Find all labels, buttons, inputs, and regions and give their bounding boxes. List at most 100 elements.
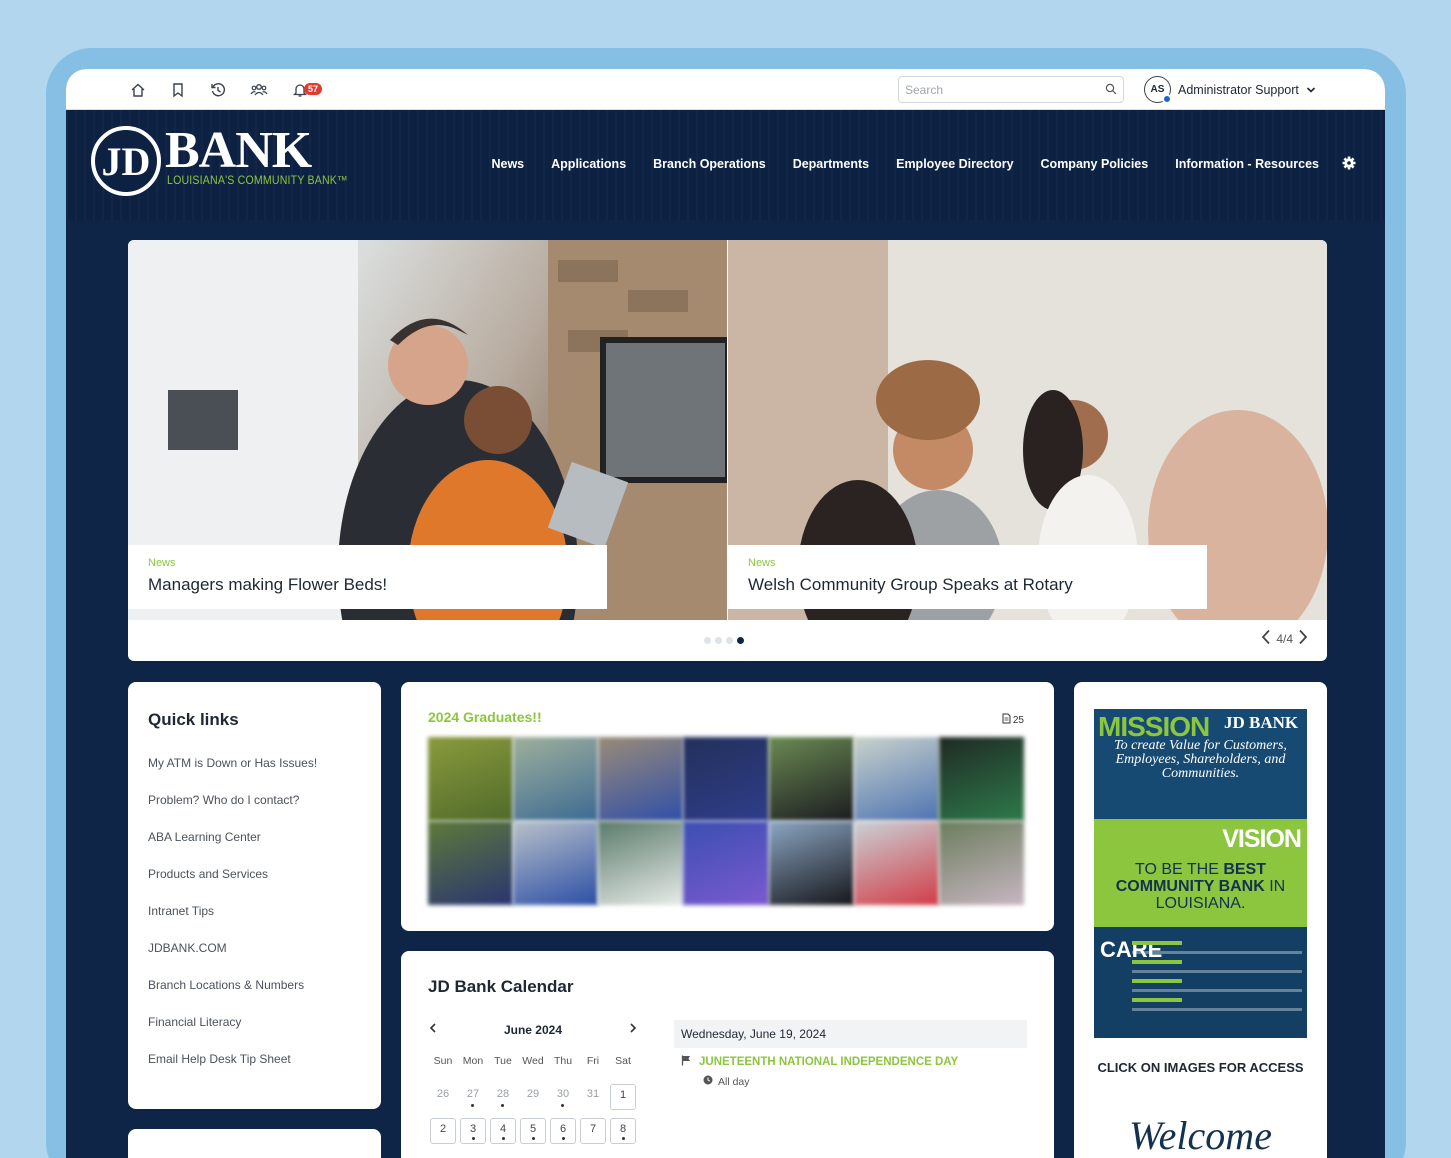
slide-managers-flower-beds[interactable]: News Managers making Flower Beds! — [128, 240, 727, 620]
calendar-day[interactable]: 1 — [610, 1084, 636, 1110]
avatar[interactable]: AS — [1144, 76, 1172, 104]
calendar-day[interactable]: 26 — [430, 1084, 456, 1110]
search-input[interactable] — [905, 81, 1095, 99]
history-icon[interactable] — [206, 78, 230, 102]
graduate-photo[interactable] — [513, 821, 599, 905]
chevron-right-icon[interactable] — [1297, 629, 1309, 648]
nav-news[interactable]: News — [491, 157, 524, 171]
poster-brand: JD BANK — [1224, 713, 1299, 732]
graduate-photo[interactable] — [853, 821, 939, 905]
clock-icon — [703, 1075, 713, 1088]
care-acronym: CARE — [1100, 937, 1163, 962]
weekday-label: Fri — [586, 1055, 600, 1067]
calendar-day[interactable]: 28 — [490, 1084, 516, 1110]
carousel-dot-active[interactable] — [737, 637, 744, 644]
graduates-title[interactable]: 2024 Graduates!! — [428, 709, 1027, 725]
vision-heading: VISION — [1222, 825, 1302, 853]
quick-link-financial-literacy[interactable]: Financial Literacy — [148, 1015, 361, 1052]
top-toolbar: 57 AS Administrator Support — [66, 69, 1385, 110]
home-icon[interactable] — [126, 78, 150, 102]
calendar-day[interactable]: 29 — [520, 1084, 546, 1110]
chevron-left-icon[interactable] — [1260, 629, 1272, 648]
presence-dot — [1162, 94, 1172, 104]
logo-wordmark: BANK — [165, 122, 312, 179]
nav-company-policies[interactable]: Company Policies — [1041, 157, 1149, 171]
quick-link-aba-learning[interactable]: ABA Learning Center — [148, 830, 361, 867]
calendar-event[interactable]: JUNETEENTH NATIONAL INDEPENDENCE DAY All… — [681, 1055, 958, 1088]
slide-caption[interactable]: News Welsh Community Group Speaks at Rot… — [728, 545, 1207, 609]
quick-link-who-to-contact[interactable]: Problem? Who do I contact? — [148, 793, 361, 830]
slide-caption[interactable]: News Managers making Flower Beds! — [128, 545, 607, 609]
carousel-dot[interactable] — [704, 637, 711, 644]
quick-link-jdbank-com[interactable]: JDBANK.COM — [148, 941, 361, 978]
slide-title[interactable]: Welsh Community Group Speaks at Rotary — [748, 575, 1187, 595]
calendar-day[interactable]: 6 — [550, 1118, 576, 1144]
carousel-dots — [704, 637, 744, 644]
calendar-day[interactable]: 7 — [580, 1118, 606, 1144]
graduate-photo[interactable] — [683, 821, 769, 905]
mission-statement: To create Value for Customers, Employees… — [1114, 738, 1287, 781]
calendar-day[interactable]: 27 — [460, 1084, 486, 1110]
quick-link-help-desk-tips[interactable]: Email Help Desk Tip Sheet — [148, 1052, 361, 1089]
calendar-day[interactable]: 31 — [580, 1084, 606, 1110]
secondary-card — [128, 1129, 381, 1158]
logo-emblem: JD — [91, 126, 161, 196]
user-menu[interactable]: AS Administrator Support — [1144, 76, 1316, 104]
calendar-title: JD Bank Calendar — [428, 977, 574, 996]
weekday-label: Mon — [462, 1055, 484, 1067]
quick-link-intranet-tips[interactable]: Intranet Tips — [148, 904, 361, 941]
calendar-day[interactable]: 8 — [610, 1118, 636, 1144]
slide-welsh-community-group[interactable]: News Welsh Community Group Speaks at Rot… — [728, 240, 1327, 620]
graduate-photo[interactable] — [938, 821, 1024, 905]
chevron-right-icon[interactable] — [628, 1021, 638, 1040]
news-carousel: News Managers making Flower Beds! News W… — [128, 240, 1327, 661]
logo-tagline: LOUISIANA'S COMMUNITY BANK™ — [167, 175, 348, 187]
calendar-day[interactable]: 2 — [430, 1118, 456, 1144]
nav-information-resources[interactable]: Information - Resources — [1175, 157, 1319, 171]
site-header: JD BANK LOUISIANA'S COMMUNITY BANK™ News… — [66, 110, 1385, 220]
nav-applications[interactable]: Applications — [551, 157, 626, 171]
calendar-day[interactable]: 30 — [550, 1084, 576, 1110]
welcome-banner[interactable]: Welcome — [1074, 1112, 1327, 1158]
gear-icon[interactable] — [1342, 156, 1356, 175]
graduate-photo[interactable] — [768, 821, 854, 905]
calendar-day[interactable]: 5 — [520, 1118, 546, 1144]
search-icon[interactable] — [1105, 82, 1117, 100]
bookmark-icon[interactable] — [166, 78, 190, 102]
graduate-photo[interactable] — [853, 737, 939, 821]
carousel-page-indicator: 4/4 — [1276, 631, 1293, 646]
quick-link-products-services[interactable]: Products and Services — [148, 867, 361, 904]
people-icon[interactable] — [247, 78, 271, 102]
graduate-photo[interactable] — [683, 737, 769, 821]
graduate-photo[interactable] — [428, 737, 514, 821]
nav-employee-directory[interactable]: Employee Directory — [896, 157, 1013, 171]
chevron-down-icon[interactable] — [1306, 81, 1316, 99]
slide-category[interactable]: News — [748, 557, 1187, 569]
nav-departments[interactable]: Departments — [793, 157, 869, 171]
slide-category[interactable]: News — [148, 557, 587, 569]
mission-vision-poster[interactable]: MISSION JD BANK To create Value for Cust… — [1094, 709, 1307, 1038]
graduate-photo[interactable] — [428, 821, 514, 905]
carousel-dot[interactable] — [726, 637, 733, 644]
calendar-day[interactable]: 4 — [490, 1118, 516, 1144]
care-values-text — [1132, 941, 1302, 1017]
nav-branch-operations[interactable]: Branch Operations — [653, 157, 766, 171]
graduate-photo[interactable] — [513, 737, 599, 821]
weekday-label: Tue — [494, 1055, 512, 1067]
slide-title[interactable]: Managers making Flower Beds! — [148, 575, 587, 595]
calendar-day[interactable]: 3 — [460, 1118, 486, 1144]
graduate-photo[interactable] — [938, 737, 1024, 821]
calendar-card: JD Bank Calendar June 2024 Sun Mon Tue W… — [401, 951, 1054, 1158]
graduate-photo[interactable] — [598, 821, 684, 905]
quick-link-atm-issues[interactable]: My ATM is Down or Has Issues! — [148, 756, 361, 793]
carousel-dot[interactable] — [715, 637, 722, 644]
event-title[interactable]: JUNETEENTH NATIONAL INDEPENDENCE DAY — [699, 1056, 958, 1068]
vision-statement: TO BE THE BEST COMMUNITY BANK IN LOUISIA… — [1115, 861, 1286, 912]
carousel-pager: 4/4 — [1260, 629, 1309, 648]
graduate-photo[interactable] — [598, 737, 684, 821]
graduate-photo[interactable] — [768, 737, 854, 821]
quick-link-branch-locations[interactable]: Branch Locations & Numbers — [148, 978, 361, 1015]
search-box[interactable] — [898, 76, 1124, 103]
jd-bank-logo[interactable]: JD BANK LOUISIANA'S COMMUNITY BANK™ — [91, 122, 348, 200]
user-name[interactable]: Administrator Support — [1178, 83, 1299, 97]
